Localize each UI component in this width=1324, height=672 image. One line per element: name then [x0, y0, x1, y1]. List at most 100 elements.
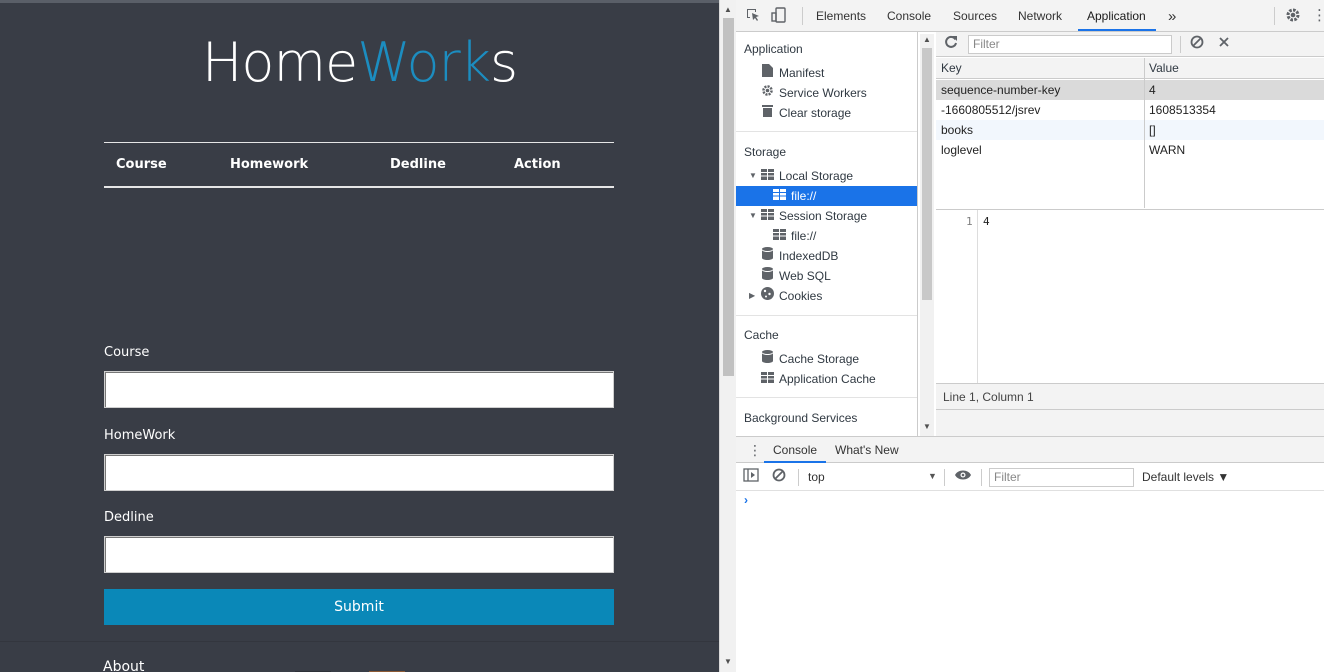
sidebar-item-application-cache[interactable]: Application Cache [736, 369, 917, 389]
refresh-icon[interactable] [942, 35, 960, 53]
expand-triangle-icon[interactable]: ▼ [749, 206, 757, 226]
page-scrollbar-thumb[interactable] [723, 18, 734, 376]
console-toolbar: top ▼ Filter Default levels ▼ [736, 463, 1324, 491]
homework-label: HomeWork [104, 428, 176, 443]
cookie-icon [760, 286, 774, 306]
column-divider[interactable] [1144, 58, 1145, 208]
sidebar-scrollbar-thumb[interactable] [922, 48, 932, 300]
scroll-up-icon[interactable]: ▲ [923, 35, 931, 44]
sidebar-item-clear-storage[interactable]: Clear storage [736, 103, 917, 123]
sidebar-item-service-workers[interactable]: Service Workers [736, 83, 917, 103]
sidebar-item-label: Application Cache [779, 372, 876, 386]
grid-icon [760, 206, 774, 226]
scroll-down-icon[interactable]: ▼ [724, 657, 732, 666]
drawer-tabbar: ⋮ Console What's New [736, 436, 1324, 463]
sidebar-item-label: Clear storage [779, 106, 852, 120]
row-key: books [941, 123, 974, 137]
sidebar-item-session-storage-file[interactable]: file:// [736, 226, 917, 246]
drawer-tab-whats-new[interactable]: What's New [835, 437, 899, 463]
sidebar-item-label: IndexedDB [779, 249, 839, 263]
sidebar-item-websql[interactable]: Web SQL [736, 266, 917, 286]
submit-button[interactable]: Submit [104, 589, 614, 625]
more-tabs-icon[interactable]: » [1168, 0, 1176, 31]
sidebar-item-label: Session Storage [779, 209, 868, 223]
tab-network[interactable]: Network [1018, 0, 1062, 31]
preview-content: 4 [983, 215, 990, 228]
log-levels-dropdown[interactable]: Default levels ▼ [1142, 470, 1229, 484]
toolbar-separator [981, 469, 982, 486]
sidebar-item-session-storage[interactable]: ▼ Session Storage [736, 206, 917, 226]
table-row[interactable]: loglevel WARN [936, 140, 1324, 160]
sidebar-item-label: file:// [791, 189, 817, 203]
row-value: WARN [1149, 143, 1186, 157]
col-key[interactable]: Key [941, 61, 962, 75]
tab-console[interactable]: Console [887, 0, 931, 31]
about-link[interactable]: About [103, 659, 144, 672]
scroll-down-icon[interactable]: ▼ [923, 422, 931, 431]
expand-triangle-icon[interactable]: ▼ [749, 166, 757, 186]
console-filter-input[interactable]: Filter [989, 468, 1134, 487]
course-input[interactable] [104, 371, 614, 408]
chevron-down-icon[interactable]: ▼ [928, 471, 937, 481]
toolbar-separator [1180, 36, 1181, 53]
section-application: Application [744, 42, 803, 56]
application-sidebar: Application Manifest Service Workers Cle… [736, 32, 918, 436]
sidebar-item-cookies[interactable]: ▶ Cookies [736, 286, 917, 306]
table-row[interactable]: sequence-number-key 4 [936, 80, 1324, 100]
clear-console-icon[interactable] [770, 468, 788, 486]
sidebar-divider [736, 131, 917, 132]
eye-icon[interactable] [954, 468, 972, 486]
sidebar-toggle-icon[interactable] [742, 468, 760, 486]
sidebar-item-label: Manifest [779, 66, 825, 80]
devtools-toolbar: Elements Console Sources Network Applica… [736, 0, 1324, 32]
tab-sources[interactable]: Sources [953, 0, 997, 31]
storage-filter-input[interactable]: Filter [968, 35, 1172, 54]
toolbar-separator [1274, 7, 1275, 25]
clear-all-icon[interactable] [1188, 35, 1206, 53]
row-key: -1660805512/jsrev [941, 103, 1041, 117]
tab-application[interactable]: Application [1078, 0, 1156, 31]
sidebar-item-cache-storage[interactable]: Cache Storage [736, 349, 917, 369]
sidebar-item-indexeddb[interactable]: IndexedDB [736, 246, 917, 266]
sidebar-item-local-storage[interactable]: ▼ Local Storage [736, 166, 917, 186]
table-row[interactable]: -1660805512/jsrev 1608513354 [936, 100, 1324, 120]
scroll-up-icon[interactable]: ▲ [724, 5, 732, 14]
drawer-tab-console[interactable]: Console [764, 437, 827, 463]
database-icon [760, 246, 774, 266]
device-toolbar-icon[interactable] [770, 7, 788, 25]
line-gutter [936, 210, 978, 383]
document-icon [760, 63, 774, 83]
sidebar-scrollbar[interactable]: ▲ ▼ [920, 34, 934, 436]
database-icon [760, 349, 774, 369]
collapse-triangle-icon[interactable]: ▶ [749, 286, 755, 306]
value-preview-editor[interactable]: 1 4 [936, 210, 1324, 384]
sidebar-item-local-storage-file[interactable]: file:// [736, 186, 917, 206]
col-value[interactable]: Value [1149, 61, 1179, 75]
sidebar-item-manifest[interactable]: Manifest [736, 63, 917, 83]
delete-selected-icon[interactable] [1215, 35, 1233, 53]
sidebar-item-label: Cookies [779, 289, 823, 303]
trash-icon [760, 103, 774, 123]
table-row[interactable]: books [] [936, 120, 1324, 140]
course-label: Course [104, 345, 150, 360]
page-scrollbar[interactable]: ▲ ▼ [719, 0, 736, 672]
line-number: 1 [966, 215, 973, 228]
deadline-input[interactable] [104, 536, 614, 573]
deadline-label: Dedline [104, 510, 154, 525]
homeworks-logo: HomeWorks [201, 31, 518, 94]
console-prompt[interactable]: › [744, 493, 748, 507]
sidebar-divider [736, 397, 917, 398]
col-homework: Homework [230, 157, 309, 172]
toolbar-separator [798, 469, 799, 486]
homework-input[interactable] [104, 454, 614, 491]
row-value: 4 [1149, 83, 1156, 97]
tab-elements[interactable]: Elements [816, 0, 866, 31]
col-deadline: Dedline [390, 157, 446, 172]
context-selector[interactable]: top [808, 470, 825, 484]
row-value: 1608513354 [1149, 103, 1216, 117]
drawer-menu-icon[interactable]: ⋮ [748, 437, 762, 463]
inspect-element-icon[interactable] [744, 7, 762, 25]
gear-icon[interactable] [1284, 7, 1302, 25]
preview-footer [936, 410, 1324, 436]
kebab-menu-icon[interactable]: ⋮ [1312, 7, 1324, 25]
